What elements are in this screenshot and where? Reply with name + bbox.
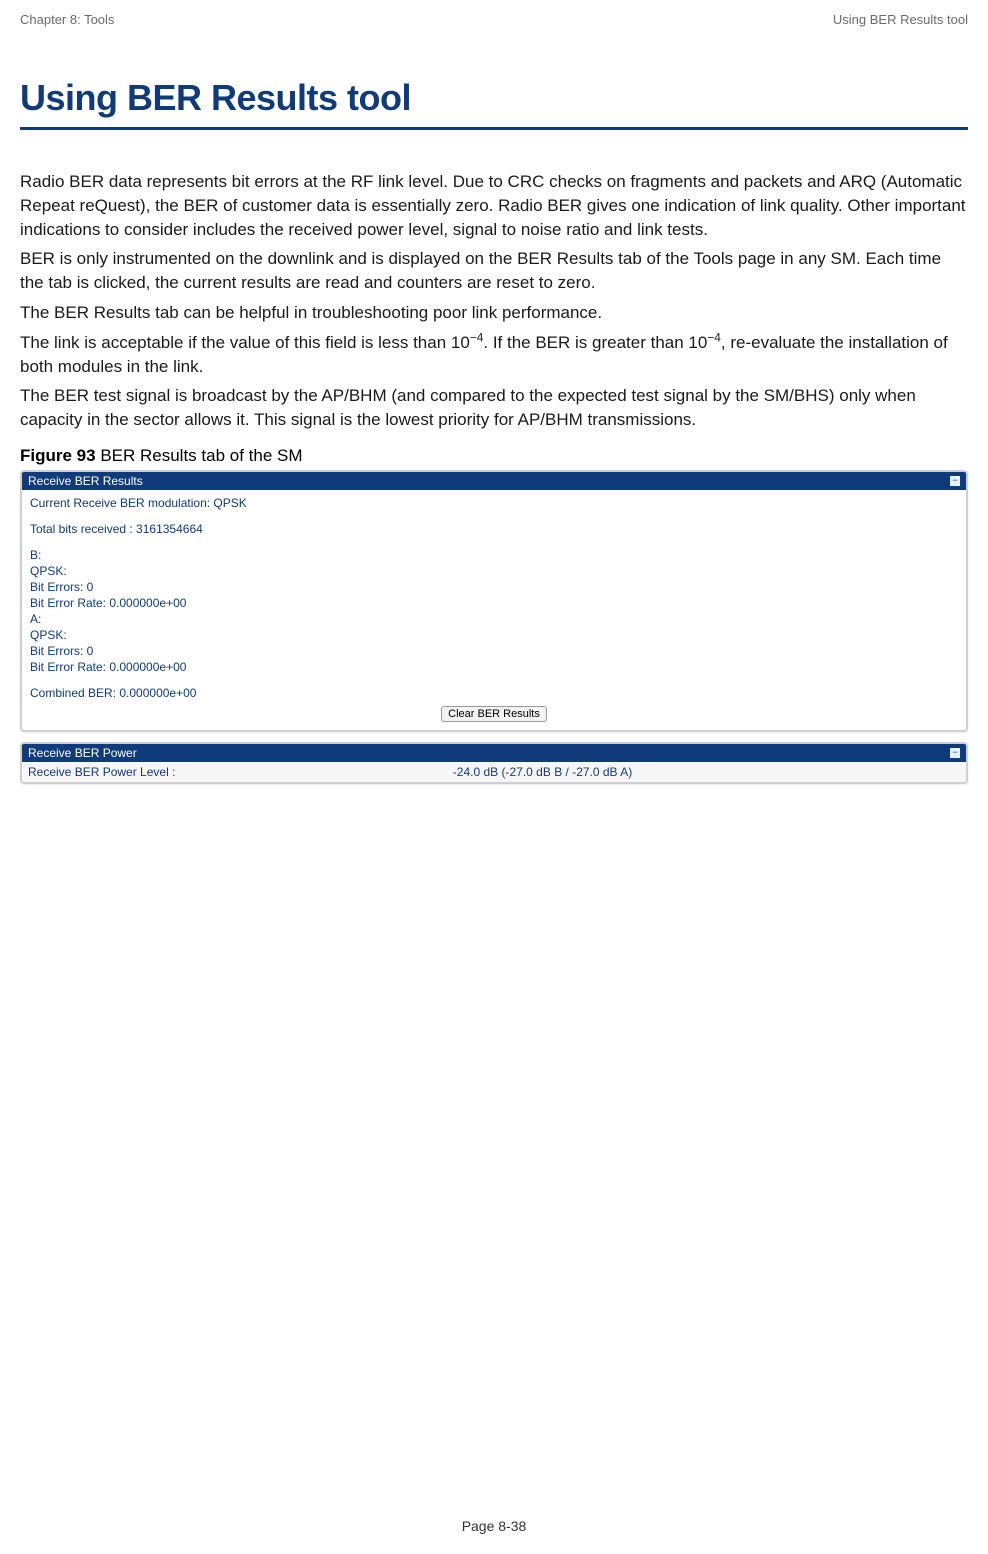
figure-label-rest: BER Results tab of the SM	[96, 446, 303, 465]
header-left: Chapter 8: Tools	[20, 12, 114, 27]
paragraph-5: The BER test signal is broadcast by the …	[20, 384, 968, 432]
power-level-label: Receive BER Power Level :	[22, 762, 447, 782]
b-bit-errors: Bit Errors: 0	[30, 580, 958, 594]
spacer	[30, 676, 958, 684]
panel-title: Receive BER Power	[28, 746, 137, 760]
page-title: Using BER Results tool	[20, 77, 968, 121]
a-bit-errors: Bit Errors: 0	[30, 644, 958, 658]
figure-label-bold: Figure 93	[20, 446, 96, 465]
button-row: Clear BER Results	[30, 702, 958, 726]
spacer	[30, 538, 958, 546]
p4-sup2: −4	[707, 330, 721, 344]
panel-body: Current Receive BER modulation: QPSK Tot…	[22, 490, 966, 730]
a-qpsk-label: QPSK:	[30, 628, 958, 642]
page-footer: Page 8-38	[0, 1518, 988, 1534]
receive-ber-results-panel: Receive BER Results − Current Receive BE…	[20, 470, 968, 732]
ber-modulation-line: Current Receive BER modulation: QPSK	[30, 496, 958, 510]
power-level-value: -24.0 dB (-27.0 dB B / -27.0 dB A)	[447, 762, 966, 782]
collapse-icon[interactable]: −	[950, 476, 960, 486]
panel-header: Receive BER Power −	[22, 744, 966, 762]
power-table: Receive BER Power Level : -24.0 dB (-27.…	[22, 762, 966, 782]
paragraph-3: The BER Results tab can be helpful in tr…	[20, 301, 968, 325]
table-row: Receive BER Power Level : -24.0 dB (-27.…	[22, 762, 966, 782]
b-section-label: B:	[30, 548, 958, 562]
combined-ber: Combined BER: 0.000000e+00	[30, 686, 958, 700]
a-bit-error-rate: Bit Error Rate: 0.000000e+00	[30, 660, 958, 674]
paragraph-4: The link is acceptable if the value of t…	[20, 331, 968, 379]
p4-part-b: . If the BER is greater than 10	[483, 333, 707, 352]
total-bits-line: Total bits received : 3161354664	[30, 522, 958, 536]
paragraph-1: Radio BER data represents bit errors at …	[20, 170, 968, 241]
b-bit-error-rate: Bit Error Rate: 0.000000e+00	[30, 596, 958, 610]
receive-ber-power-panel: Receive BER Power − Receive BER Power Le…	[20, 742, 968, 784]
p4-sup1: −4	[470, 330, 484, 344]
spacer	[30, 512, 958, 520]
header-right: Using BER Results tool	[833, 12, 968, 27]
b-qpsk-label: QPSK:	[30, 564, 958, 578]
panel-header: Receive BER Results −	[22, 472, 966, 490]
page-header: Chapter 8: Tools Using BER Results tool	[20, 12, 968, 27]
collapse-icon[interactable]: −	[950, 748, 960, 758]
title-divider	[20, 127, 968, 130]
figure-caption: Figure 93 BER Results tab of the SM	[20, 446, 968, 466]
p4-part-a: The link is acceptable if the value of t…	[20, 333, 470, 352]
clear-ber-results-button[interactable]: Clear BER Results	[441, 706, 547, 722]
a-section-label: A:	[30, 612, 958, 626]
paragraph-2: BER is only instrumented on the downlink…	[20, 247, 968, 295]
panel-title: Receive BER Results	[28, 474, 143, 488]
